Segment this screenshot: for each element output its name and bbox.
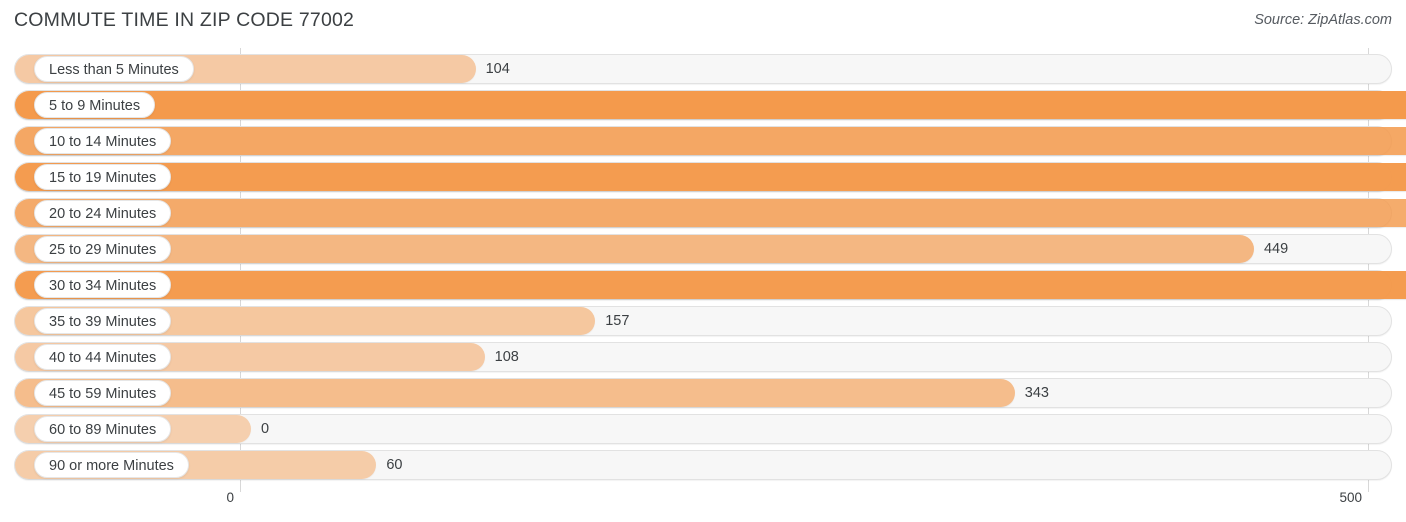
category-label: 35 to 39 Minutes: [34, 308, 172, 334]
category-label: 60 to 89 Minutes: [34, 416, 172, 442]
bar-row: 94415 to 19 Minutes: [14, 162, 1406, 192]
x-axis-tick-label: 500: [1339, 490, 1362, 505]
bar-value-label: 157: [605, 313, 630, 329]
bar-row: 343 45 to 59 Minutes: [14, 378, 1392, 408]
bar-row: 60 90 or more Minutes: [14, 450, 1392, 480]
bar-row: 157 35 to 39 Minutes: [14, 306, 1392, 336]
source-attribution: Source: ZipAtlas.com: [1254, 12, 1392, 28]
category-label: 5 to 9 Minutes: [34, 92, 156, 118]
bar-value-label: 60: [386, 457, 403, 473]
bar[interactable]: [15, 91, 1406, 119]
bar-row: 449 25 to 29 Minutes: [14, 234, 1392, 264]
bar[interactable]: [15, 127, 1406, 155]
bar-row: 75310 to 14 Minutes: [14, 126, 1406, 156]
category-label: 15 to 19 Minutes: [34, 164, 172, 190]
bar-value-label: 108: [494, 349, 519, 365]
bar-row: 104 Less than 5 Minutes: [14, 54, 1392, 84]
page-title: COMMUTE TIME IN ZIP CODE 77002: [14, 9, 355, 31]
category-label: 30 to 34 Minutes: [34, 272, 172, 298]
category-label: 20 to 24 Minutes: [34, 200, 172, 226]
category-label: 45 to 59 Minutes: [34, 380, 172, 406]
x-axis-tick-label: 0: [226, 490, 234, 505]
bar[interactable]: [15, 271, 1406, 299]
bar-value-label: 343: [1024, 385, 1049, 401]
bar-value-label: 0: [261, 421, 270, 437]
bar[interactable]: [15, 163, 1406, 191]
chart-header: COMMUTE TIME IN ZIP CODE 77002 Source: Z…: [0, 0, 1406, 44]
bar-row: 108 40 to 44 Minutes: [14, 342, 1392, 372]
x-axis: 05001,000: [0, 484, 1406, 522]
bar-row: 0 60 to 89 Minutes: [14, 414, 1392, 444]
bar[interactable]: [15, 235, 1254, 263]
bar-row: 68020 to 24 Minutes: [14, 198, 1406, 228]
category-label: 40 to 44 Minutes: [34, 344, 172, 370]
chart-plot-area: 104 Less than 5 Minutes 9925 to 9 Minutes 7…: [0, 44, 1406, 492]
bar-row: 95030 to 34 Minutes: [14, 270, 1406, 300]
bar[interactable]: [15, 199, 1406, 227]
category-label: 25 to 29 Minutes: [34, 236, 172, 262]
bar-row: 9925 to 9 Minutes: [14, 90, 1406, 120]
category-label: 10 to 14 Minutes: [34, 128, 172, 154]
bar-value-label: 449: [1263, 241, 1289, 257]
category-label: Less than 5 Minutes: [34, 56, 194, 82]
bar-value-label: 104: [485, 61, 510, 77]
category-label: 90 or more Minutes: [34, 452, 189, 478]
